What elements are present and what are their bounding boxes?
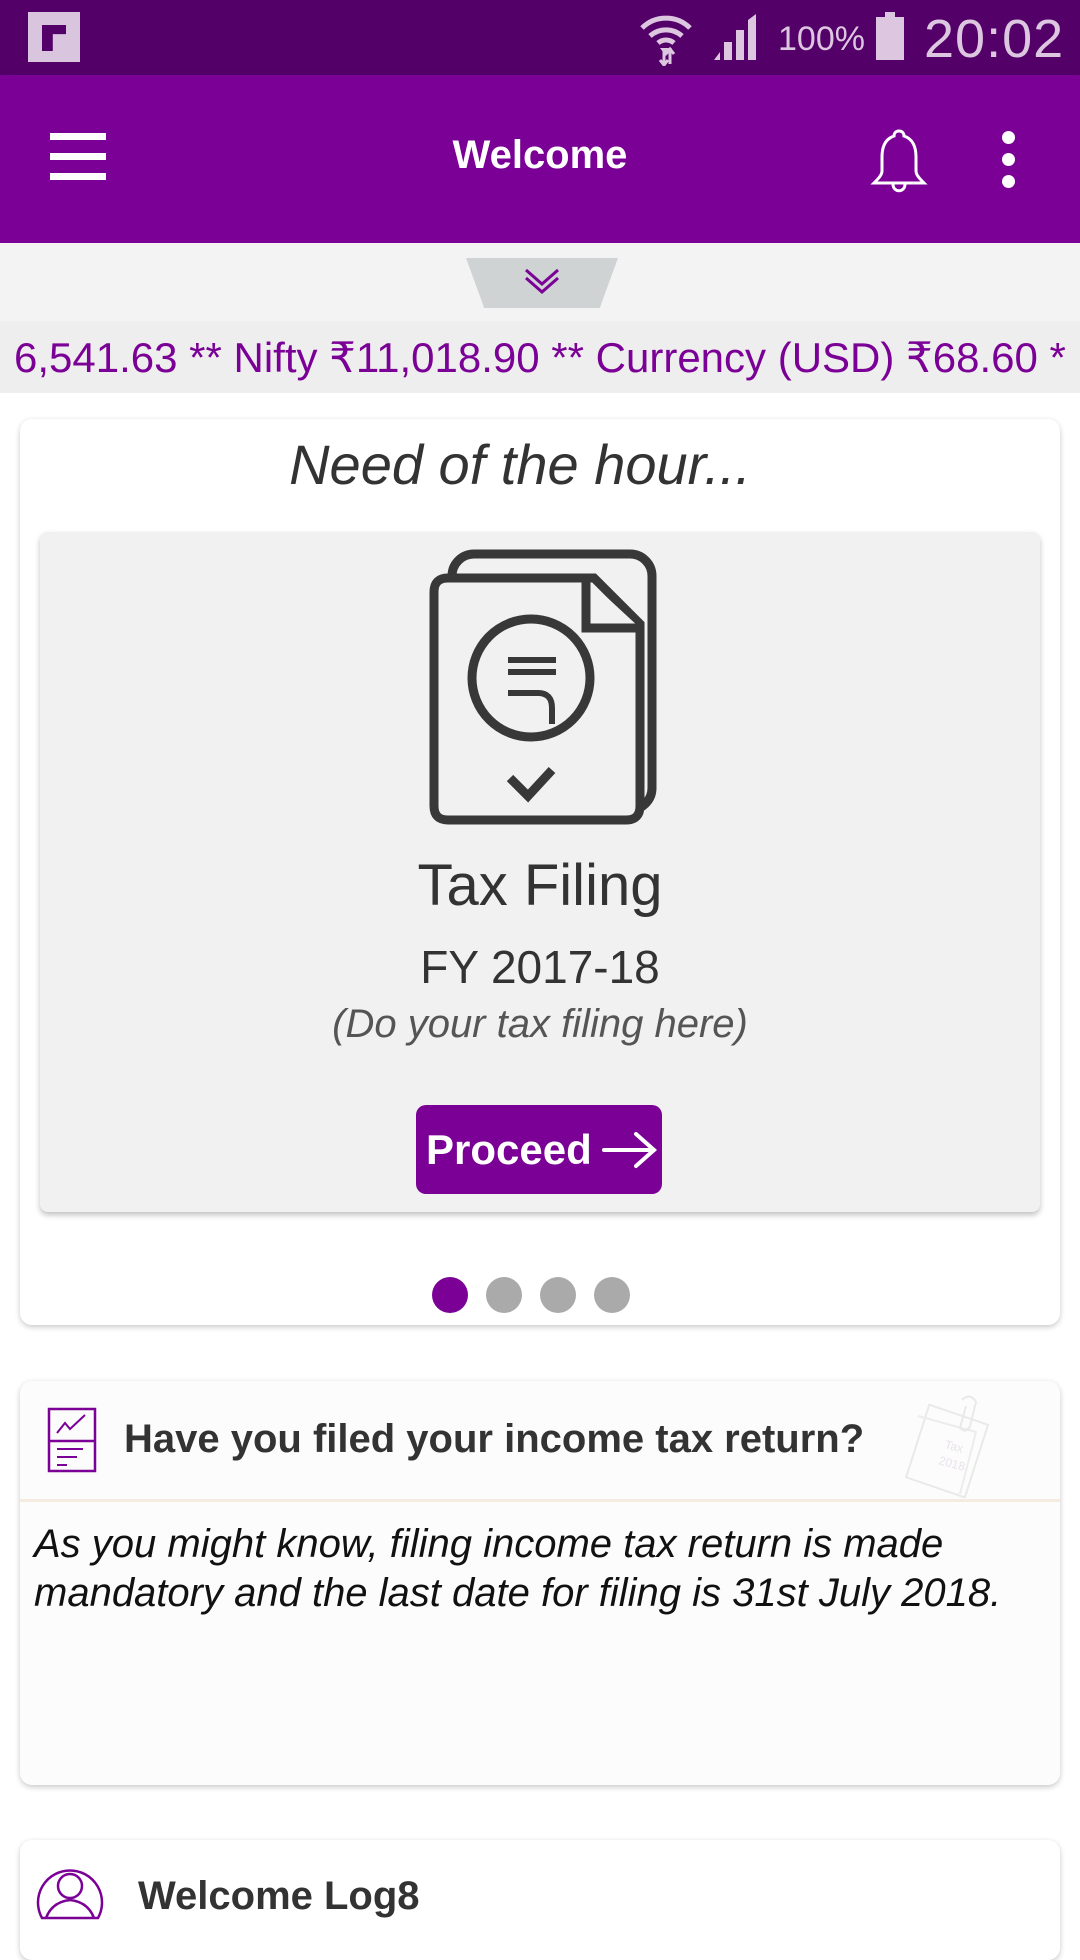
tax-notice-divider <box>20 1499 1060 1502</box>
welcome-user-text: Welcome Log8 <box>138 1874 420 1918</box>
battery-icon <box>876 12 904 60</box>
battery-percent: 100% <box>778 20 865 58</box>
user-avatar-icon <box>36 1869 104 1920</box>
pagination-dot[interactable] <box>594 1277 630 1313</box>
double-chevron-down-icon <box>525 268 559 294</box>
expand-ticker-button[interactable] <box>466 258 618 308</box>
tax-document-rupee-icon <box>429 549 657 825</box>
need-of-hour-title: Need of the hour... <box>289 433 751 496</box>
proceed-label: Proceed <box>426 1125 592 1173</box>
cell-signal-icon <box>714 14 756 60</box>
market-ticker: 6,541.63 ** Nifty ₹11,018.90 ** Currency… <box>0 321 1080 393</box>
app-bar: Welcome <box>0 75 1080 243</box>
wifi-data-icon <box>640 15 692 66</box>
bell-icon[interactable] <box>868 127 930 193</box>
slide-title: Tax Filing <box>417 853 663 918</box>
pagination-dot[interactable] <box>540 1277 576 1313</box>
slide-subtitle: FY 2017-18 <box>420 941 660 993</box>
tax-notice-title: Have you filed your income tax return? <box>124 1417 865 1461</box>
pagination-dot[interactable] <box>486 1277 522 1313</box>
proceed-button[interactable]: Proceed <box>416 1105 662 1194</box>
clock: 20:02 <box>924 9 1065 69</box>
arrow-right-icon <box>601 1131 657 1168</box>
carousel-pagination <box>432 1277 630 1313</box>
more-vert-icon[interactable] <box>996 131 1020 188</box>
app-notification-icon <box>28 12 80 62</box>
tax-notice-body: As you might know, filing income tax ret… <box>34 1522 1002 1615</box>
svg-text:Tax: Tax <box>943 1437 965 1455</box>
slide-hint: (Do your tax filing here) <box>332 1002 748 1046</box>
report-chart-icon <box>47 1407 97 1473</box>
svg-text:2018: 2018 <box>937 1453 967 1474</box>
pagination-dot[interactable] <box>432 1277 468 1313</box>
tax-2018-note-icon: Tax 2018 <box>904 1395 990 1498</box>
status-bar: 100% 20:02 <box>0 0 1080 75</box>
ticker-text: 6,541.63 ** Nifty ₹11,018.90 ** Currency… <box>14 334 1066 381</box>
